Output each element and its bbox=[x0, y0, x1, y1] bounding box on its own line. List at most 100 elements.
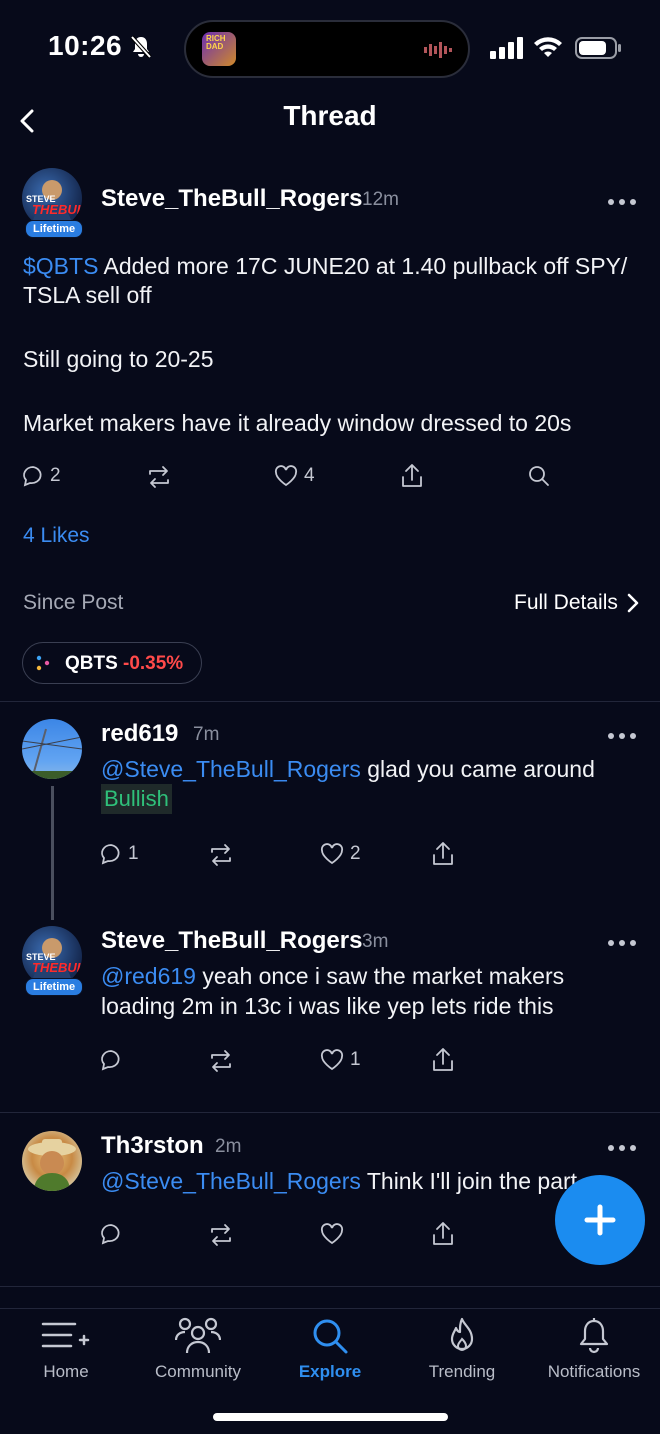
post-author[interactable]: Steve_TheBull_Rogers bbox=[101, 185, 362, 213]
avatar[interactable] bbox=[22, 719, 82, 779]
repost-icon bbox=[211, 1224, 231, 1246]
heart-icon bbox=[320, 843, 344, 865]
reply-text: @Steve_TheBull_Rogers Think I'll join th… bbox=[101, 1168, 578, 1194]
like-button[interactable]: 1 bbox=[320, 1049, 361, 1071]
share-icon bbox=[433, 1222, 453, 1245]
divider bbox=[0, 701, 660, 702]
comment-button[interactable]: 1 bbox=[100, 843, 139, 865]
mention-link[interactable]: @Steve_TheBull_Rogers bbox=[101, 756, 361, 782]
like-count: 4 bbox=[304, 465, 315, 486]
more-options-icon[interactable] bbox=[607, 1143, 637, 1153]
more-options-icon[interactable] bbox=[607, 197, 637, 207]
reply-time: 3m bbox=[362, 931, 389, 952]
divider bbox=[0, 1286, 660, 1287]
chip-symbol: QBTS bbox=[65, 653, 118, 674]
tab-community[interactable]: Community bbox=[132, 1309, 264, 1399]
lifetime-badge: Lifetime bbox=[25, 978, 84, 996]
community-icon bbox=[175, 1317, 221, 1354]
comment-icon bbox=[101, 844, 120, 865]
thread-connector bbox=[51, 786, 54, 920]
avatar[interactable]: STEVETHEBULL bbox=[22, 168, 82, 228]
repost-icon bbox=[149, 466, 169, 488]
post-time: 12m bbox=[362, 189, 399, 210]
reply-author[interactable]: Th3rston bbox=[101, 1132, 204, 1160]
since-post-label: Since Post bbox=[23, 591, 124, 614]
reply-time: 7m bbox=[193, 724, 220, 745]
comment-icon bbox=[101, 1050, 120, 1071]
reply-time: 2m bbox=[215, 1136, 242, 1157]
mute-bell-icon bbox=[128, 34, 154, 60]
post-line-4: Market makers have it already window dre… bbox=[23, 410, 572, 436]
tab-notifications[interactable]: Notifications bbox=[528, 1309, 660, 1399]
audio-waveform-icon bbox=[424, 41, 456, 59]
reply-author[interactable]: red619 bbox=[101, 720, 178, 748]
chevron-right-icon bbox=[627, 593, 639, 613]
more-options-icon[interactable] bbox=[607, 938, 637, 948]
reply-text: @red619 yeah once i saw the market maker… bbox=[101, 963, 565, 989]
repost-button[interactable] bbox=[207, 1223, 235, 1247]
comment-button[interactable] bbox=[100, 1223, 122, 1245]
share-icon bbox=[433, 1048, 453, 1071]
reply-author[interactable]: Steve_TheBull_Rogers bbox=[101, 927, 362, 955]
reply-text-line-2: loading 2m in 13c i was like yep lets ri… bbox=[101, 993, 554, 1019]
search-icon bbox=[529, 466, 549, 486]
sentiment-tag: Bullish bbox=[101, 784, 172, 814]
tab-home[interactable]: Home bbox=[0, 1309, 132, 1399]
flame-icon bbox=[450, 1317, 474, 1351]
like-button[interactable]: 4 bbox=[274, 465, 315, 487]
now-playing-artwork: RICH DAD bbox=[202, 32, 236, 66]
svg-text:THEBULL: THEBULL bbox=[32, 202, 82, 217]
full-details-link[interactable]: Full Details bbox=[514, 591, 640, 615]
share-button[interactable] bbox=[432, 1221, 454, 1247]
search-post-button[interactable] bbox=[528, 465, 550, 487]
lifetime-badge: Lifetime bbox=[25, 220, 84, 238]
divider bbox=[0, 1112, 660, 1113]
repost-button[interactable] bbox=[207, 843, 235, 867]
mention-link[interactable]: @Steve_TheBull_Rogers bbox=[101, 1168, 361, 1194]
mention-link[interactable]: @red619 bbox=[101, 963, 196, 989]
comment-button[interactable]: 2 bbox=[22, 465, 61, 487]
comment-count: 2 bbox=[50, 465, 61, 486]
bell-icon bbox=[579, 1318, 609, 1354]
share-button[interactable] bbox=[401, 463, 423, 489]
signal-icon bbox=[490, 37, 524, 59]
share-button[interactable] bbox=[432, 841, 454, 867]
compose-button[interactable] bbox=[555, 1175, 645, 1265]
post-line-2: TSLA sell off bbox=[23, 282, 152, 308]
wifi-icon bbox=[533, 36, 563, 58]
like-button[interactable]: 2 bbox=[320, 843, 361, 865]
tab-trending[interactable]: Trending bbox=[396, 1309, 528, 1399]
reply-text: @Steve_TheBull_Rogers glad you came arou… bbox=[101, 756, 595, 782]
home-indicator[interactable] bbox=[213, 1413, 448, 1421]
likes-link[interactable]: 4 Likes bbox=[23, 524, 90, 548]
heart-icon bbox=[320, 1223, 344, 1245]
page-title: Thread bbox=[283, 100, 377, 131]
svg-text:THEBULL: THEBULL bbox=[32, 960, 82, 975]
repost-icon bbox=[211, 1050, 231, 1072]
comment-icon bbox=[23, 466, 42, 487]
ticker-chip[interactable]: QBTS -0.35% bbox=[22, 642, 202, 684]
dynamic-island[interactable]: RICH DAD bbox=[184, 20, 470, 78]
heart-icon bbox=[320, 1049, 344, 1071]
avatar[interactable] bbox=[22, 1131, 82, 1191]
comment-icon bbox=[101, 1224, 120, 1245]
search-icon bbox=[313, 1319, 348, 1354]
tab-explore[interactable]: Explore bbox=[264, 1309, 396, 1399]
heart-icon bbox=[274, 465, 298, 487]
avatar[interactable]: STEVETHEBULL bbox=[22, 926, 82, 986]
battery-icon bbox=[575, 36, 623, 60]
post-line-1: $QBTS Added more 17C JUNE20 at 1.40 pull… bbox=[23, 253, 628, 279]
repost-button[interactable] bbox=[207, 1049, 235, 1073]
status-time: 10:26 bbox=[48, 30, 123, 61]
ticker-link[interactable]: $QBTS bbox=[23, 253, 98, 279]
share-icon bbox=[433, 842, 453, 865]
repost-button[interactable] bbox=[145, 465, 173, 489]
home-list-icon bbox=[41, 1322, 90, 1348]
more-options-icon[interactable] bbox=[607, 731, 637, 741]
share-button[interactable] bbox=[432, 1047, 454, 1073]
like-button[interactable] bbox=[320, 1223, 344, 1245]
comment-button[interactable] bbox=[100, 1049, 122, 1071]
repost-icon bbox=[211, 844, 231, 866]
post-line-3: Still going to 20-25 bbox=[23, 346, 214, 372]
share-icon bbox=[402, 464, 422, 487]
